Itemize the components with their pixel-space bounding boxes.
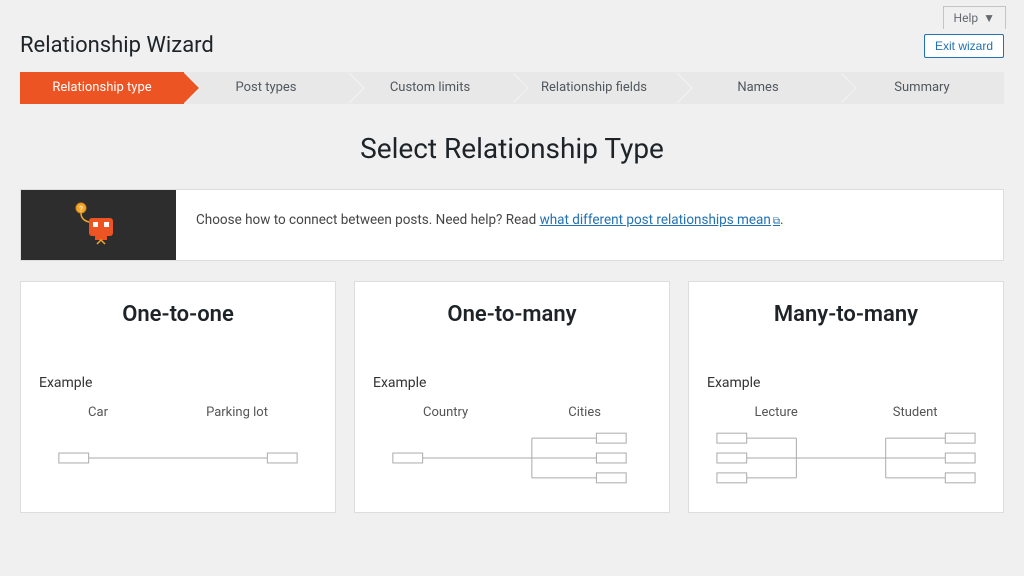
- diagram-labels: Country Cities: [373, 405, 651, 420]
- card-title: One-to-many: [373, 302, 651, 327]
- diagram-left-label: Car: [88, 405, 108, 420]
- help-label: Help: [954, 11, 979, 25]
- info-text-suffix: .: [780, 212, 784, 228]
- exit-wizard-button[interactable]: Exit wizard: [924, 34, 1004, 58]
- wizard-step-5[interactable]: Summary: [840, 72, 1004, 104]
- info-link[interactable]: what different post relationships mean⧉: [540, 212, 780, 228]
- wizard-step-3[interactable]: Relationship fields: [512, 72, 676, 104]
- relationship-card-many-many[interactable]: Many-to-many Example Lecture Student: [688, 281, 1004, 513]
- info-text: Choose how to connect between posts. Nee…: [176, 190, 1003, 260]
- main-heading: Select Relationship Type: [0, 132, 1024, 165]
- relationship-cards: One-to-one Example Car Parking lot One-t…: [0, 281, 1024, 513]
- diagram-labels: Lecture Student: [707, 405, 985, 420]
- diagram-right-label: Cities: [568, 405, 601, 420]
- example-label: Example: [707, 375, 985, 391]
- info-text-prefix: Choose how to connect between posts. Nee…: [196, 212, 540, 228]
- external-link-icon: ⧉: [773, 216, 780, 227]
- wizard-step-0[interactable]: Relationship type: [20, 72, 184, 104]
- info-bar: ? Choose how to connect between posts. N…: [20, 189, 1004, 261]
- svg-text:?: ?: [79, 205, 83, 214]
- diagram-right-label: Parking lot: [206, 405, 268, 420]
- relationship-card-one-one[interactable]: One-to-one Example Car Parking lot: [20, 281, 336, 513]
- card-title: Many-to-many: [707, 302, 985, 327]
- info-robot-icon: ?: [21, 190, 176, 260]
- wizard-step-1[interactable]: Post types: [184, 72, 348, 104]
- diagram-right-label: Student: [893, 405, 938, 420]
- card-title: One-to-one: [39, 302, 317, 327]
- wizard-step-4[interactable]: Names: [676, 72, 840, 104]
- diagram-left-label: Country: [423, 405, 468, 420]
- chevron-down-icon: ▼: [983, 11, 995, 25]
- example-label: Example: [373, 375, 651, 391]
- example-label: Example: [39, 375, 317, 391]
- diagram-left-label: Lecture: [754, 405, 797, 420]
- diagram-labels: Car Parking lot: [39, 405, 317, 420]
- page-title: Relationship Wizard: [20, 33, 214, 58]
- wizard-step-2[interactable]: Custom limits: [348, 72, 512, 104]
- wizard-steps: Relationship typePost typesCustom limits…: [20, 72, 1004, 104]
- relationship-card-one-many[interactable]: One-to-many Example Country Cities: [354, 281, 670, 513]
- help-tab[interactable]: Help ▼: [943, 6, 1006, 29]
